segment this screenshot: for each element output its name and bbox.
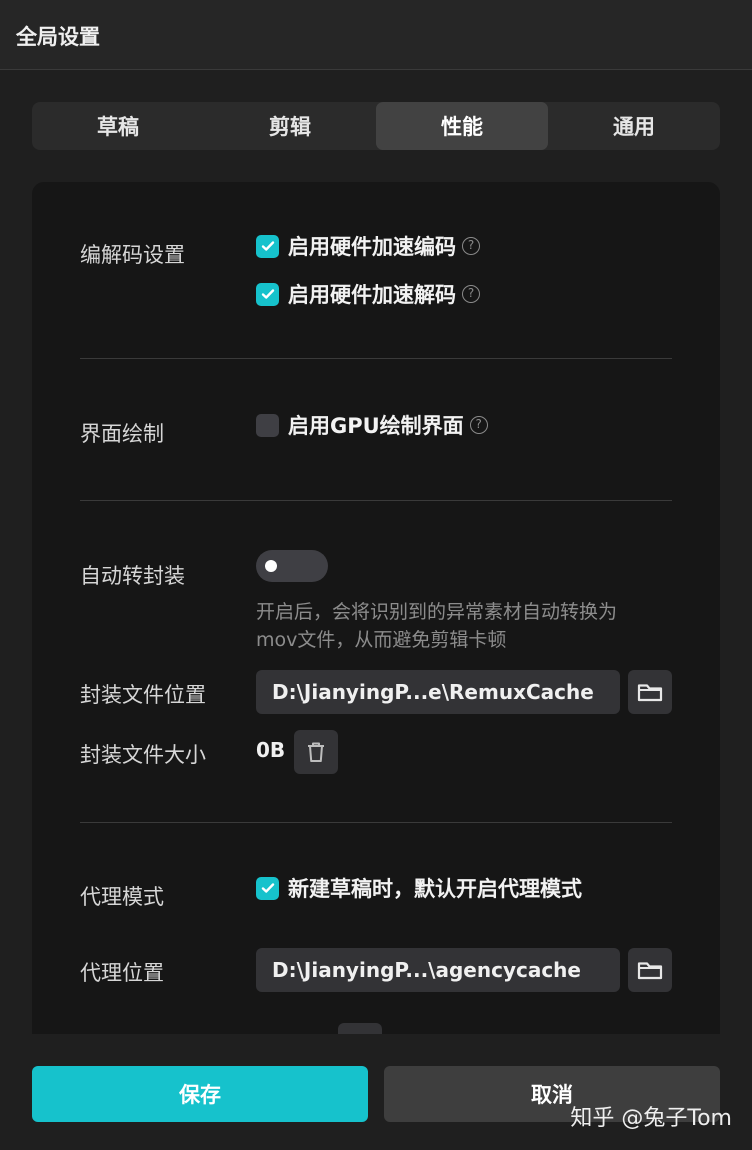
proxy-default-option[interactable]: 新建草稿时，默认开启代理模式 (256, 876, 582, 901)
proxy-default-label: 新建草稿时，默认开启代理模式 (288, 877, 582, 901)
auto-remux-label: 自动转封装 (80, 564, 185, 588)
hint-line-1: 开启后，会将识别到的异常素材自动转换为 (256, 601, 618, 623)
remux-size-label: 封装文件大小 (80, 743, 206, 767)
tab-performance[interactable]: 性能 (376, 102, 548, 150)
hint-line-2: mov文件，从而避免剪辑卡顿 (256, 629, 507, 651)
section-divider (80, 358, 672, 359)
partially-visible-button[interactable] (338, 1023, 382, 1034)
remux-location-label: 封装文件位置 (80, 683, 206, 707)
toggle-knob (265, 560, 277, 572)
hw-decode-checkbox[interactable] (256, 282, 279, 306)
proxy-location-label: 代理位置 (80, 961, 164, 985)
render-label: 界面绘制 (80, 422, 164, 446)
folder-icon (637, 684, 663, 702)
help-icon[interactable]: ? (469, 416, 488, 434)
check-icon (261, 883, 274, 893)
gpu-render-label: 启用GPU绘制界面 (288, 414, 464, 438)
section-divider (80, 500, 672, 501)
hw-encode-checkbox[interactable] (256, 234, 279, 258)
tab-drafts[interactable]: 草稿 (32, 102, 204, 150)
proxy-mode-label: 代理模式 (80, 885, 164, 909)
gpu-render-checkbox[interactable] (256, 413, 279, 437)
trash-icon (308, 742, 324, 762)
hw-encode-label: 启用硬件加速编码 (288, 235, 456, 259)
proxy-location-field[interactable]: D:\JianyingP...\agencycache (256, 948, 620, 992)
settings-panel: 编解码设置 启用硬件加速编码 ? 启用硬件加速解码 ? 界面绘制 启用GPU绘制… (32, 182, 720, 1034)
proxy-default-checkbox[interactable] (256, 876, 279, 900)
clear-cache-button[interactable] (294, 730, 338, 774)
save-button[interactable]: 保存 (32, 1066, 368, 1122)
codec-settings-label: 编解码设置 (80, 243, 185, 267)
check-icon (261, 289, 274, 299)
tab-editing[interactable]: 剪辑 (204, 102, 376, 150)
watermark: 知乎 @兔子Tom (570, 1106, 732, 1131)
hw-decode-option[interactable]: 启用硬件加速解码 ? (256, 282, 480, 307)
help-icon[interactable]: ? (462, 285, 480, 303)
tab-general[interactable]: 通用 (548, 102, 720, 150)
help-icon[interactable]: ? (462, 237, 480, 255)
section-divider (80, 822, 672, 823)
remux-size-value: 0B (256, 738, 286, 762)
hw-decode-label: 启用硬件加速解码 (288, 283, 456, 307)
auto-remux-toggle[interactable] (256, 550, 328, 582)
remux-folder-button[interactable] (628, 670, 672, 714)
window-title: 全局设置 (16, 25, 100, 49)
gpu-render-option[interactable]: 启用GPU绘制界面 ? (256, 413, 488, 438)
check-icon (261, 241, 274, 251)
auto-remux-hint: 开启后，会将识别到的异常素材自动转换为 mov文件，从而避免剪辑卡顿 (256, 598, 656, 654)
remux-location-field[interactable]: D:\JianyingP...e\RemuxCache (256, 670, 620, 714)
folder-icon (637, 962, 663, 980)
proxy-folder-button[interactable] (628, 948, 672, 992)
tab-bar: 草稿 剪辑 性能 通用 (32, 102, 720, 150)
title-bar: 全局设置 (0, 0, 752, 70)
hw-encode-option[interactable]: 启用硬件加速编码 ? (256, 234, 480, 259)
